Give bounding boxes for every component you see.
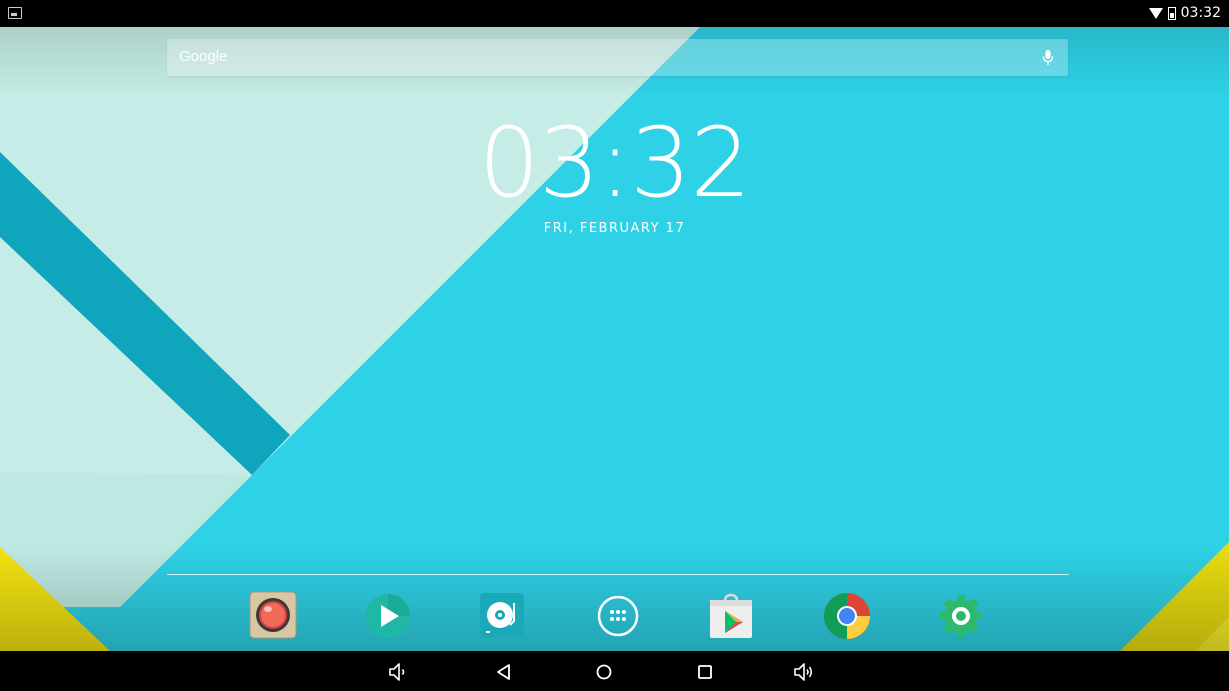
battery-icon xyxy=(1167,6,1176,20)
wifi-icon xyxy=(1148,7,1163,19)
settings-app[interactable] xyxy=(936,591,986,641)
status-time: 03:32 xyxy=(1180,5,1221,21)
screenshot-notification-icon xyxy=(8,7,22,19)
volume-down-icon[interactable] xyxy=(387,661,409,683)
volume-up-icon[interactable] xyxy=(793,661,815,683)
navigation-bar xyxy=(0,651,1229,691)
google-search-bar[interactable]: Google xyxy=(167,39,1068,76)
search-label: Google xyxy=(179,48,228,65)
chrome-app[interactable] xyxy=(822,591,872,641)
status-bar[interactable]: 03:32 xyxy=(0,0,1229,27)
home-icon[interactable] xyxy=(593,661,615,683)
music-app[interactable] xyxy=(478,591,528,641)
mic-icon[interactable] xyxy=(1042,50,1054,66)
camera-app[interactable] xyxy=(249,591,299,641)
clock-widget-date: FRI, FEBRUARY 17 xyxy=(543,221,686,236)
dock-divider xyxy=(167,574,1069,575)
app-drawer-icon[interactable] xyxy=(594,591,644,641)
status-icons: 03:32 xyxy=(1148,3,1221,23)
play-store-app[interactable] xyxy=(707,591,757,641)
back-icon[interactable] xyxy=(493,661,515,683)
recents-icon[interactable] xyxy=(694,661,716,683)
clock-widget-time[interactable]: 03:32 xyxy=(0,108,1229,218)
video-player-app[interactable] xyxy=(363,591,413,641)
dock xyxy=(0,583,1229,651)
